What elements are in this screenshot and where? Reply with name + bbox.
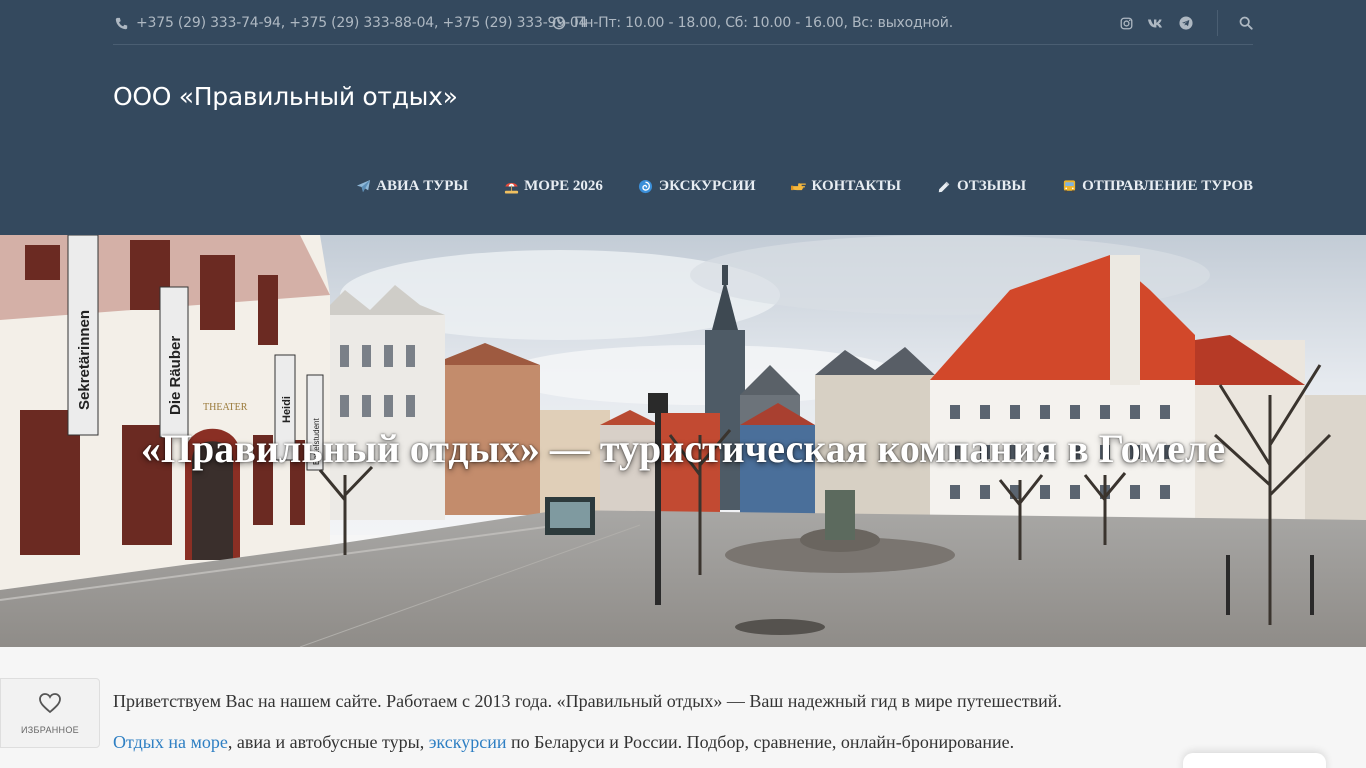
nav-item-contacts[interactable]: КОНТАКТЫ xyxy=(790,178,902,195)
clock-icon xyxy=(551,15,567,31)
topbar-divider xyxy=(1217,10,1218,36)
hero-title: «Правильный отдых» — туристическая компа… xyxy=(140,426,1226,471)
vk-icon[interactable] xyxy=(1147,14,1165,32)
banner-sekretarinnen: Sekretärinnen xyxy=(76,310,93,410)
sea-vacation-link[interactable]: Отдых на море xyxy=(113,732,228,752)
working-hours: Пн-Пт: 10.00 - 18.00, Сб: 10.00 - 16.00,… xyxy=(551,14,953,32)
theater-sign: THEATER xyxy=(203,402,248,413)
banner-heidi: Heidi xyxy=(281,396,293,423)
instagram-icon[interactable] xyxy=(1117,14,1135,32)
heart-icon xyxy=(38,692,62,719)
telegram-icon[interactable] xyxy=(1177,14,1195,32)
beach-umbrella-icon xyxy=(503,179,519,195)
phone-numbers: +375 (29) 333-74-94, +375 (29) 333-88-04… xyxy=(136,15,588,31)
pointing-hand-icon xyxy=(790,179,807,195)
site-logo[interactable]: ООО «Правильный отдых» xyxy=(113,82,458,111)
nav-label: ЭКСКУРСИИ xyxy=(658,178,756,194)
cyclone-icon xyxy=(638,179,654,195)
airplane-icon xyxy=(355,179,371,195)
search-icon[interactable] xyxy=(1237,14,1255,32)
services-text-2: по Беларуси и России. Подбор, сравнение,… xyxy=(506,732,1015,752)
nav-label: ОТЗЫВЫ xyxy=(957,178,1027,194)
intro-paragraph: Приветствуем Вас на нашем сайте. Работае… xyxy=(113,691,1062,711)
nav-item-sea-2026[interactable]: МОРЕ 2026 xyxy=(503,178,603,195)
hours-text: Пн-Пт: 10.00 - 18.00, Сб: 10.00 - 16.00,… xyxy=(574,15,953,31)
phone-contacts[interactable]: +375 (29) 333-74-94, +375 (29) 333-88-04… xyxy=(113,14,587,32)
hero-banner: Sekretärinnen Die Räuber Heidi Bettelstu… xyxy=(0,235,1366,647)
favorites-label: ИЗБРАННОЕ xyxy=(21,724,79,735)
nav-item-departures[interactable]: ОТПРАВЛЕНИЕ ТУРОВ xyxy=(1061,178,1253,195)
chat-widget[interactable] xyxy=(1183,753,1326,768)
nav-label: КОНТАКТЫ xyxy=(811,178,902,194)
main-nav: АВИА ТУРЫ МОРЕ 2026 ЭКСКУРСИИ КОНТАКТЫ О… xyxy=(355,178,1253,195)
nav-item-avia-tours[interactable]: АВИА ТУРЫ xyxy=(355,178,468,195)
services-paragraph: Отдых на море, авиа и автобусные туры, э… xyxy=(113,732,1014,753)
nav-label: МОРЕ 2026 xyxy=(524,178,603,194)
top-bar: +375 (29) 333-74-94, +375 (29) 333-88-04… xyxy=(113,0,1253,45)
favorites-button[interactable]: ИЗБРАННОЕ xyxy=(0,678,100,748)
nav-label: ОТПРАВЛЕНИЕ ТУРОВ xyxy=(1082,178,1253,194)
phone-icon xyxy=(113,15,129,31)
nav-label: АВИА ТУРЫ xyxy=(376,178,469,194)
main-content: ИЗБРАННОЕ Приветствуем Вас на нашем сайт… xyxy=(0,647,1366,768)
nav-item-reviews[interactable]: ОТЗЫВЫ xyxy=(936,178,1026,195)
services-text-1: , авиа и автобусные туры, xyxy=(227,732,429,752)
nav-item-excursions[interactable]: ЭКСКУРСИИ xyxy=(638,178,756,195)
bus-icon xyxy=(1061,179,1077,195)
site-header: +375 (29) 333-74-94, +375 (29) 333-88-04… xyxy=(0,0,1366,235)
pencil-icon xyxy=(936,179,952,195)
banner-die-rauber: Die Räuber xyxy=(167,336,184,415)
excursions-link[interactable]: экскурсии xyxy=(429,732,507,752)
